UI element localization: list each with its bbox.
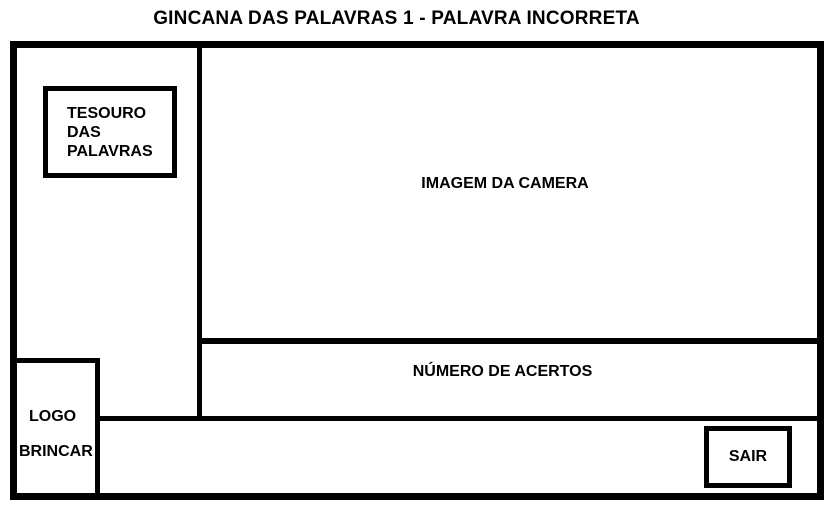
exit-button-label: SAIR (728, 448, 768, 465)
brincar-logo: LOGO BRINCAR (10, 358, 100, 500)
hit-counter: NÚMERO DE ACERTOS (197, 338, 824, 421)
hit-counter-label: NÚMERO DE ACERTOS (412, 363, 593, 380)
exit-button[interactable]: SAIR (704, 426, 792, 488)
page-title: GINCANA DAS PALAVRAS 1 - PALAVRA INCORRE… (153, 8, 640, 29)
treasure-label-line-1: TESOURO (67, 105, 147, 122)
camera-view: IMAGEM DA CAMERA (197, 41, 824, 344)
word-treasure-button[interactable]: TESOURO DAS PALAVRAS (43, 86, 177, 178)
camera-view-label: IMAGEM DA CAMERA (421, 175, 589, 192)
treasure-label-line-3: PALAVRAS (67, 143, 153, 160)
logo-label-line-1: LOGO (29, 408, 77, 425)
treasure-label-line-2: DAS (67, 124, 101, 141)
logo-label-line-2: BRINCAR (19, 443, 93, 460)
